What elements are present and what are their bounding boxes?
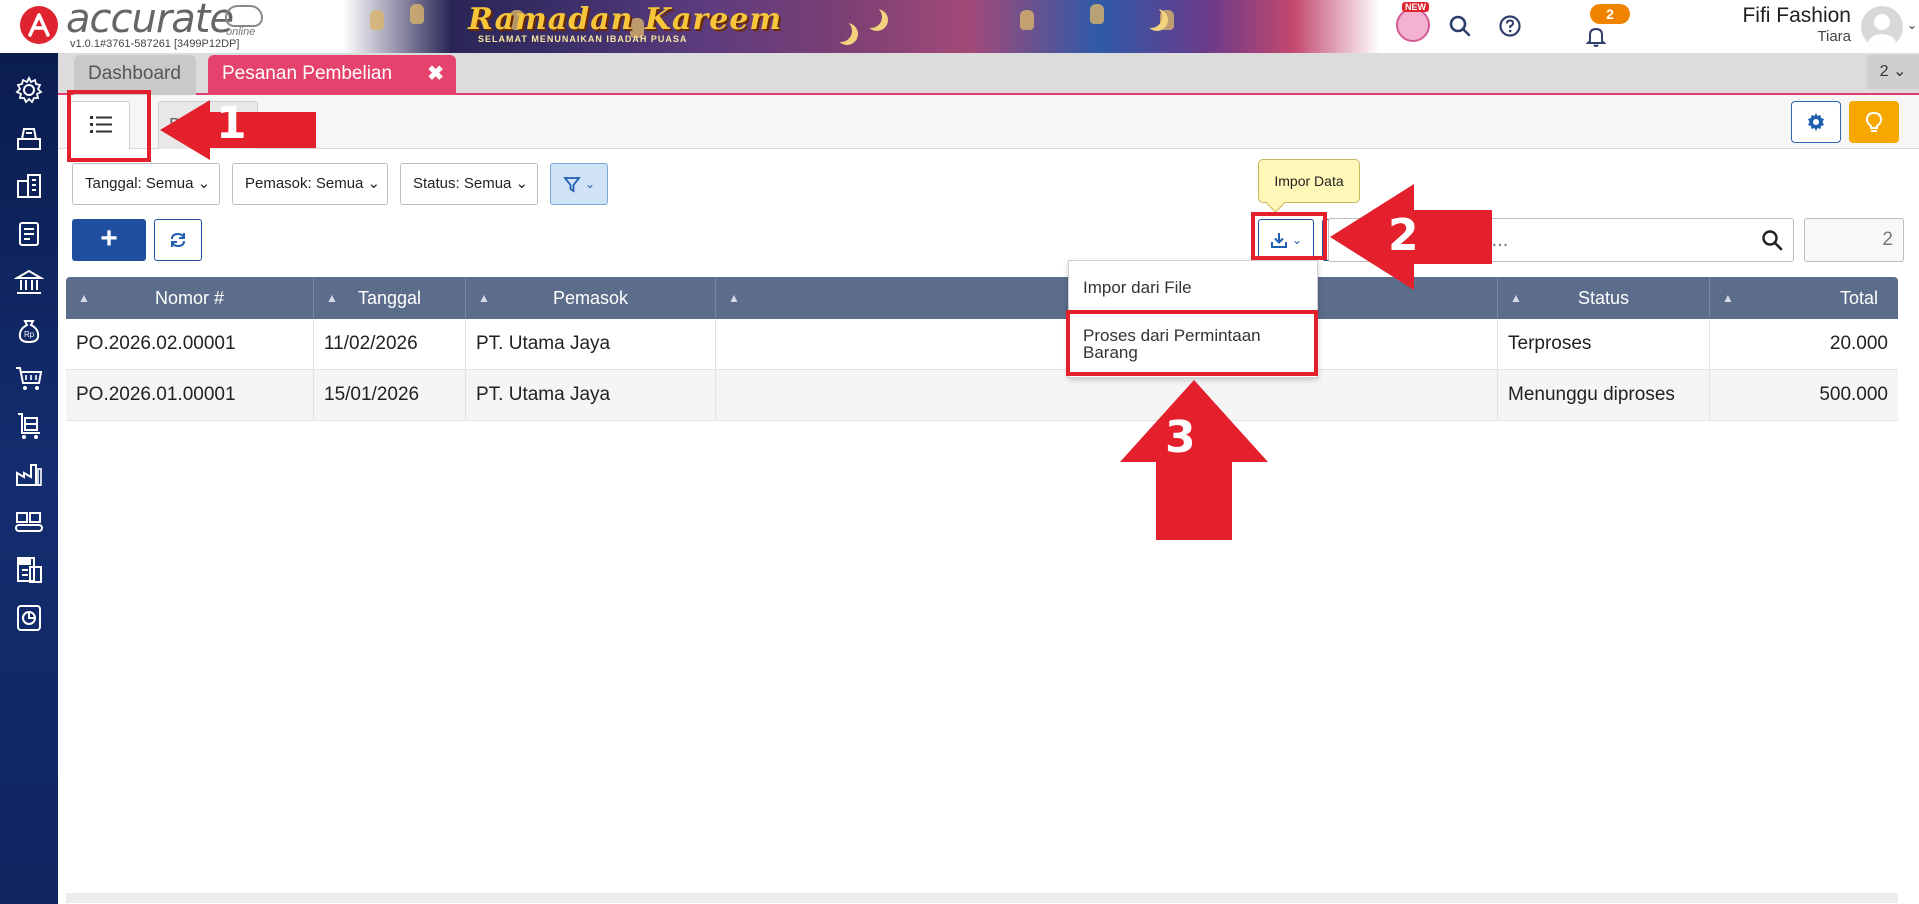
tax-document-icon[interactable]: [14, 555, 44, 585]
close-icon[interactable]: ✖: [427, 55, 444, 93]
tips-button[interactable]: [1849, 101, 1899, 143]
tab-strip: Dashboard Pesanan Pembelian ✖ 2 ⌄: [58, 53, 1919, 95]
cell-pemasok: PT. Utama Jaya: [466, 319, 716, 370]
lightbulb-icon: [1865, 111, 1883, 132]
horizontal-scrollbar[interactable]: [66, 893, 1898, 903]
cell-pemasok: PT. Utama Jaya: [466, 370, 716, 421]
column-pemasok[interactable]: ▲ Pemasok: [466, 277, 716, 319]
filter-pemasok[interactable]: Pemasok: Semua ⌄: [232, 163, 388, 205]
cell-tanggal: 15/01/2026: [314, 370, 466, 421]
crescent-moon-icon: [1140, 6, 1162, 28]
gear-icon: [1808, 113, 1824, 131]
logo-text: accurate: [66, 0, 234, 42]
user-avatar[interactable]: [1861, 6, 1903, 48]
step-number-3: 3: [1165, 412, 1196, 463]
logo-online-text: online: [226, 26, 256, 38]
crescent-moon-icon: [860, 6, 882, 28]
tab-dashboard[interactable]: Dashboard: [74, 55, 196, 95]
highlight-list-view: [67, 90, 151, 162]
cell-total: 20.000: [1829, 333, 1888, 354]
shopping-cart-icon[interactable]: [14, 363, 44, 393]
conveyor-icon[interactable]: [14, 507, 44, 537]
column-total[interactable]: ▲ Total: [1710, 277, 1898, 319]
tab-pesanan-pembelian[interactable]: Pesanan Pembelian ✖: [208, 55, 456, 95]
tab-label: Pesanan Pembelian: [222, 63, 393, 84]
lantern-icon: [1160, 10, 1174, 30]
building-icon[interactable]: [14, 171, 44, 201]
ledger-book-icon[interactable]: [14, 219, 44, 249]
factory-icon[interactable]: [14, 459, 44, 489]
menu-item-impor-dari-file[interactable]: Impor dari File: [1069, 279, 1317, 307]
lantern-icon: [370, 10, 384, 30]
svg-text:Rp: Rp: [24, 330, 35, 339]
money-bag-icon[interactable]: Rp: [14, 315, 44, 345]
table-row[interactable]: PO.2026.01.00001 15/01/2026 PT. Utama Ja…: [66, 370, 1898, 421]
advanced-filter-button[interactable]: ⌄: [550, 163, 608, 205]
whats-new-avatar[interactable]: [1396, 8, 1430, 42]
cash-register-icon[interactable]: [14, 123, 44, 153]
header-icons: NEW 2: [1390, 0, 1630, 53]
table-row[interactable]: PO.2026.02.00001 11/02/2026 PT. Utama Ja…: [66, 319, 1898, 370]
sort-icon: ▲: [728, 291, 740, 305]
main-content: D Tanggal: Semua ⌄ Pemasok: Semua ⌄ Stat…: [58, 95, 1919, 904]
version-text: v1.0.1#3761-587261 [3499P12DP]: [70, 38, 240, 50]
highlight-import-button: [1251, 212, 1327, 260]
bell-icon[interactable]: [1582, 22, 1610, 50]
accurate-logo[interactable]: accurate online v1.0.1#3761-587261 [3499…: [20, 0, 280, 52]
new-badge: NEW: [1402, 2, 1429, 12]
open-tabs-count[interactable]: 2 ⌄: [1867, 55, 1919, 89]
column-tanggal[interactable]: ▲ Tanggal: [314, 277, 466, 319]
company-name[interactable]: Fifi Fashion: [1742, 4, 1851, 28]
view-toolbar: D: [58, 95, 1919, 149]
cell-status: Menunggu diproses: [1498, 370, 1710, 421]
search-icon[interactable]: [1446, 12, 1474, 40]
cell-nomor: PO.2026.02.00001: [66, 319, 314, 370]
step-number-1: 1: [216, 98, 247, 149]
cloud-icon: [225, 5, 263, 27]
left-sidebar: Rp: [0, 53, 58, 904]
accurate-logo-mark-icon: [20, 6, 58, 44]
cell-nomor: PO.2026.01.00001: [66, 370, 314, 421]
crescent-moon-icon: [830, 20, 852, 42]
banner-subtitle: SELAMAT MENUNAIKAN IBADAH PUASA: [478, 34, 688, 44]
help-icon[interactable]: [1496, 12, 1524, 40]
chevron-down-icon[interactable]: ⌄: [1907, 18, 1917, 32]
gear-icon[interactable]: [14, 75, 44, 105]
step-number-2: 2: [1388, 210, 1419, 261]
filter-icon: [563, 177, 581, 193]
refresh-button[interactable]: [154, 219, 202, 261]
search-input[interactable]: [1455, 227, 1745, 253]
cell-status: Terproses: [1498, 319, 1710, 370]
refresh-icon: [171, 232, 185, 248]
table-header: ▲ Nomor # ▲ Tanggal ▲ Pemasok ▲ ▲ Status ▲ To…: [66, 277, 1898, 319]
search-icon[interactable]: [1761, 229, 1783, 256]
user-name: Tiara: [1817, 28, 1851, 45]
lantern-icon: [1020, 10, 1034, 30]
filter-tanggal[interactable]: Tanggal: Semua ⌄: [72, 163, 220, 205]
record-count: 2: [1804, 218, 1904, 262]
notification-count: 2: [1590, 4, 1630, 24]
lantern-icon: [1090, 4, 1104, 24]
bank-icon[interactable]: [14, 267, 44, 297]
settings-button[interactable]: [1791, 101, 1841, 143]
column-nomor[interactable]: ▲ Nomor #: [66, 277, 314, 319]
lantern-icon: [410, 4, 424, 24]
top-header: accurate online v1.0.1#3761-587261 [3499…: [0, 0, 1919, 53]
cell-tanggal: 11/02/2026: [314, 319, 466, 370]
filter-status[interactable]: Status: Semua ⌄: [400, 163, 538, 205]
highlight-proses-permintaan: [1066, 310, 1318, 376]
warehouse-cart-icon[interactable]: [14, 411, 44, 441]
chevron-down-icon: ⌄: [584, 177, 596, 191]
column-status[interactable]: ▲ Status: [1498, 277, 1710, 319]
ramadan-banner: Ramadan Kareem SELAMAT MENUNAIKAN IBADAH…: [300, 0, 1380, 53]
banner-title: Ramadan Kareem: [468, 2, 783, 37]
report-chart-icon[interactable]: [14, 603, 44, 633]
add-button[interactable]: +: [72, 219, 146, 261]
cell-total: 500.000: [1819, 384, 1888, 405]
